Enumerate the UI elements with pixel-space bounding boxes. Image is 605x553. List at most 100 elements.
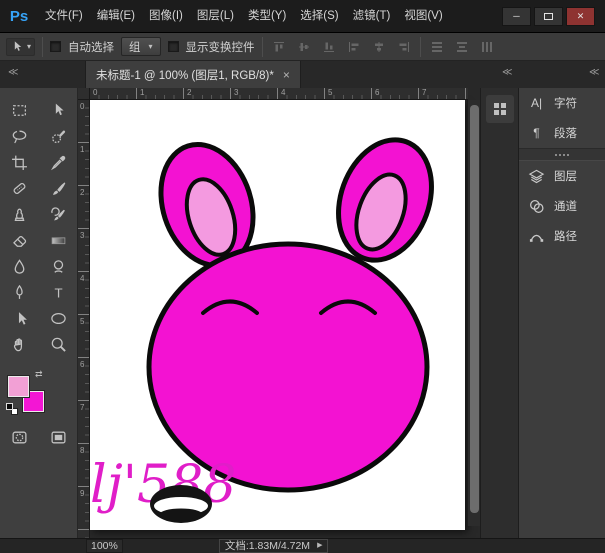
distribute-top-icon[interactable] — [428, 39, 446, 55]
maximize-icon — [544, 13, 553, 20]
paths-icon — [528, 228, 545, 245]
status-menu-arrow-icon[interactable]: ▶ — [317, 540, 322, 552]
brush-tool[interactable] — [42, 176, 76, 201]
default-colors-icon[interactable] — [6, 403, 20, 417]
panel-label: 图层 — [554, 168, 577, 184]
menu-file[interactable]: 文件(F) — [38, 0, 90, 33]
document-size-text: 文档:1.83M/4.72M — [225, 540, 310, 552]
toolbar-collapse-icon[interactable]: ≪ — [8, 67, 17, 78]
close-button[interactable]: ✕ — [566, 7, 595, 26]
path-selection-tool[interactable] — [3, 306, 37, 331]
swap-colors-icon[interactable]: ⇄ — [35, 369, 43, 380]
ellipse-tool[interactable] — [42, 306, 76, 331]
type-tool[interactable]: T — [42, 280, 76, 305]
character-icon: A| — [528, 96, 545, 110]
menu-image[interactable]: 图像(I) — [142, 0, 190, 33]
window-controls: ─ ✕ — [502, 7, 595, 26]
tool-preset-dropdown[interactable]: ▾ — [6, 38, 35, 56]
move-tool-icon — [10, 40, 24, 54]
dock-drag-handle[interactable] — [519, 148, 605, 161]
chevron-down-icon: ▾ — [27, 42, 31, 51]
ruler-corner[interactable] — [78, 88, 90, 100]
lasso-tool[interactable] — [3, 124, 37, 149]
align-top-icon[interactable] — [270, 39, 288, 55]
zoom-level[interactable]: 100% — [86, 539, 123, 553]
show-transform-label: 显示变换控件 — [186, 39, 255, 55]
align-left-icon[interactable] — [345, 39, 363, 55]
svg-text:T: T — [54, 285, 62, 300]
menu-select[interactable]: 选择(S) — [293, 0, 345, 33]
eyedropper-tool[interactable] — [42, 150, 76, 175]
align-vcenter-icon[interactable] — [295, 39, 313, 55]
minimize-button[interactable]: ─ — [502, 7, 531, 26]
quick-mask-button[interactable] — [3, 425, 37, 450]
dock-collapse-icon[interactable]: ≪ — [502, 67, 511, 78]
crop-tool[interactable] — [3, 150, 37, 175]
menu-type[interactable]: 类型(Y) — [241, 0, 293, 33]
eraser-tool[interactable] — [3, 228, 37, 253]
options-bar: ▾ 自动选择 组 ▾ 显示变换控件 — [0, 33, 605, 61]
separator — [420, 37, 421, 57]
menu-filter[interactable]: 滤镜(T) — [346, 0, 398, 33]
menu-layer[interactable]: 图层(L) — [190, 0, 241, 33]
menu-bar: Ps 文件(F) 编辑(E) 图像(I) 图层(L) 类型(Y) 选择(S) 滤… — [0, 0, 605, 33]
menu-view[interactable]: 视图(V) — [397, 0, 449, 33]
panel-label: 路径 — [554, 228, 577, 244]
pen-tool[interactable] — [3, 280, 37, 305]
tools-grid: T — [0, 88, 77, 357]
zoom-tool[interactable] — [42, 332, 76, 357]
panel-tab-character[interactable]: A| 字符 — [519, 88, 605, 118]
rabbit-artwork: lj'588 — [90, 100, 465, 530]
align-right-icon[interactable] — [395, 39, 413, 55]
rect-marquee-tool[interactable] — [3, 98, 37, 123]
document-canvas[interactable]: lj'588 — [90, 100, 465, 530]
gradient-tool[interactable] — [42, 228, 76, 253]
clone-stamp-tool[interactable] — [3, 202, 37, 227]
tools-panel: T ⇄ — [0, 88, 78, 538]
toolbar-bottom — [0, 425, 78, 450]
panel-label: 通道 — [554, 198, 577, 214]
document-tab-bar: ≪ 未标题-1 @ 100% (图层1, RGB/8)* × ≪ ≪ — [0, 61, 605, 88]
bottom-shape — [150, 485, 212, 523]
close-tab-icon[interactable]: × — [283, 68, 290, 82]
right-panel-dock: A| 字符 ¶ 段落 图层 通道 路径 — [518, 88, 605, 538]
document-tab[interactable]: 未标题-1 @ 100% (图层1, RGB/8)* × — [85, 61, 301, 88]
separator — [262, 37, 263, 57]
menu-edit[interactable]: 编辑(E) — [90, 0, 142, 33]
panel-icon-button[interactable] — [486, 95, 514, 123]
document-tab-title: 未标题-1 @ 100% (图层1, RGB/8)* — [96, 67, 274, 83]
document-size-info[interactable]: 文档:1.83M/4.72M ▶ — [219, 539, 329, 553]
panel-tab-layers[interactable]: 图层 — [519, 161, 605, 191]
panel-tab-paths[interactable]: 路径 — [519, 221, 605, 251]
distribute-vcenter-icon[interactable] — [453, 39, 471, 55]
group-select[interactable]: 组 ▾ — [121, 37, 161, 56]
group-select-value: 组 — [129, 39, 141, 55]
blur-tool[interactable] — [3, 254, 37, 279]
panel-tab-paragraph[interactable]: ¶ 段落 — [519, 118, 605, 148]
align-hcenter-icon[interactable] — [370, 39, 388, 55]
quick-selection-tool[interactable] — [42, 124, 76, 149]
photoshop-logo: Ps — [0, 0, 38, 33]
distribute-bottom-icon[interactable] — [478, 39, 496, 55]
history-brush-tool[interactable] — [42, 202, 76, 227]
panel-label: 段落 — [554, 125, 577, 141]
ruler-horizontal[interactable]: 01234567 — [90, 88, 468, 100]
icon-dock — [480, 88, 518, 538]
panel-tab-channels[interactable]: 通道 — [519, 191, 605, 221]
auto-select-checkbox[interactable] — [50, 41, 61, 52]
move-tool[interactable] — [42, 98, 76, 123]
dodge-tool[interactable] — [42, 254, 76, 279]
layers-icon — [528, 168, 545, 185]
dock-collapse-icon[interactable]: ≪ — [589, 67, 598, 78]
foreground-color-swatch[interactable] — [8, 376, 29, 397]
screen-mode-button[interactable] — [42, 425, 76, 450]
scrollbar-thumb[interactable] — [470, 105, 479, 513]
show-transform-checkbox[interactable] — [168, 41, 179, 52]
vertical-scrollbar[interactable] — [467, 100, 480, 526]
maximize-button[interactable] — [534, 7, 563, 26]
healing-brush-tool[interactable] — [3, 176, 37, 201]
hand-tool[interactable] — [3, 332, 37, 357]
ruler-vertical[interactable]: 0123456789 — [78, 100, 90, 538]
color-swatches: ⇄ — [8, 372, 54, 420]
align-bottom-icon[interactable] — [320, 39, 338, 55]
